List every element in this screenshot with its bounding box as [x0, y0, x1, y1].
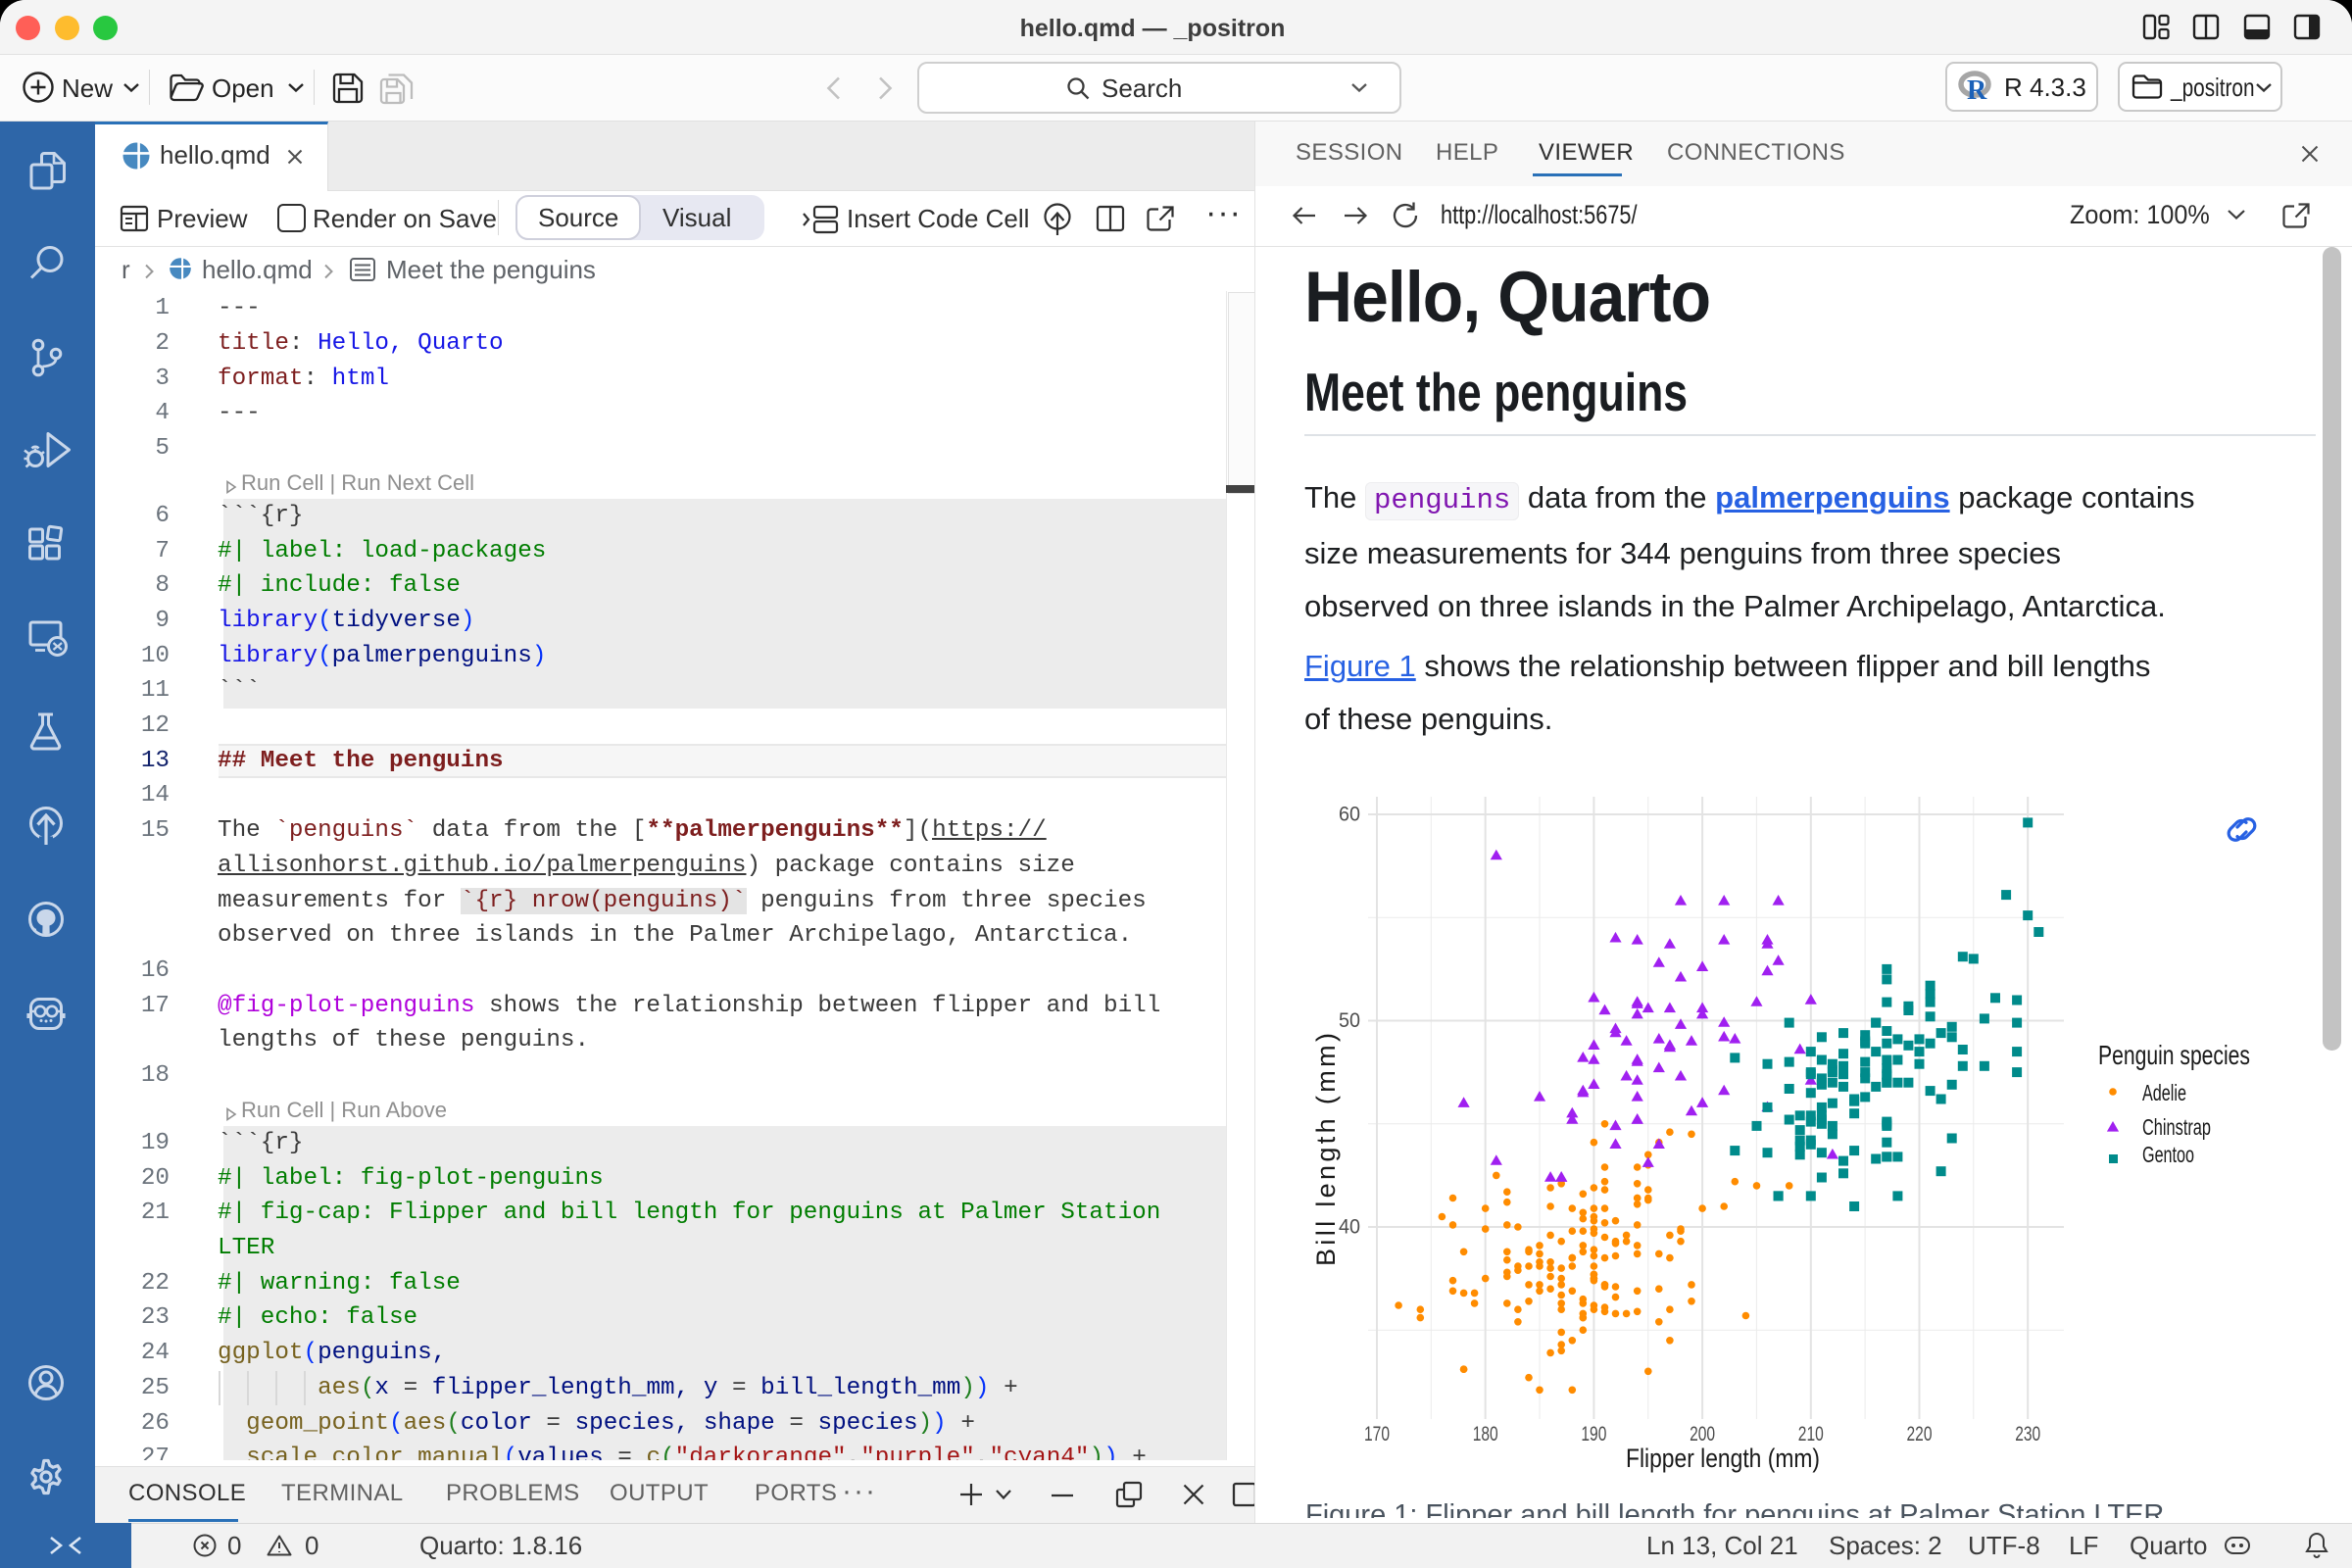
svg-text:Penguin species: Penguin species — [2098, 1040, 2250, 1070]
svg-text:Flipper length (mm): Flipper length (mm) — [1626, 1444, 1820, 1473]
svg-text:200: 200 — [1690, 1423, 1715, 1446]
svg-text:190: 190 — [1581, 1423, 1606, 1446]
svg-text:50: 50 — [1339, 1009, 1360, 1032]
svg-text:Chinstrap: Chinstrap — [2142, 1114, 2211, 1140]
svg-text:230: 230 — [2015, 1423, 2040, 1446]
svg-text:170: 170 — [1364, 1423, 1390, 1446]
svg-text:60: 60 — [1339, 804, 1360, 826]
svg-text:Gentoo: Gentoo — [2142, 1142, 2194, 1167]
svg-text:R: R — [1967, 75, 1987, 104]
svg-text:40: 40 — [1339, 1216, 1360, 1239]
svg-text:180: 180 — [1473, 1423, 1498, 1446]
svg-text:Bill length (mm): Bill length (mm) — [1311, 1033, 1341, 1266]
svg-text:220: 220 — [1907, 1423, 1933, 1446]
svg-text:210: 210 — [1798, 1423, 1824, 1446]
svg-text:Adelie: Adelie — [2142, 1080, 2186, 1105]
